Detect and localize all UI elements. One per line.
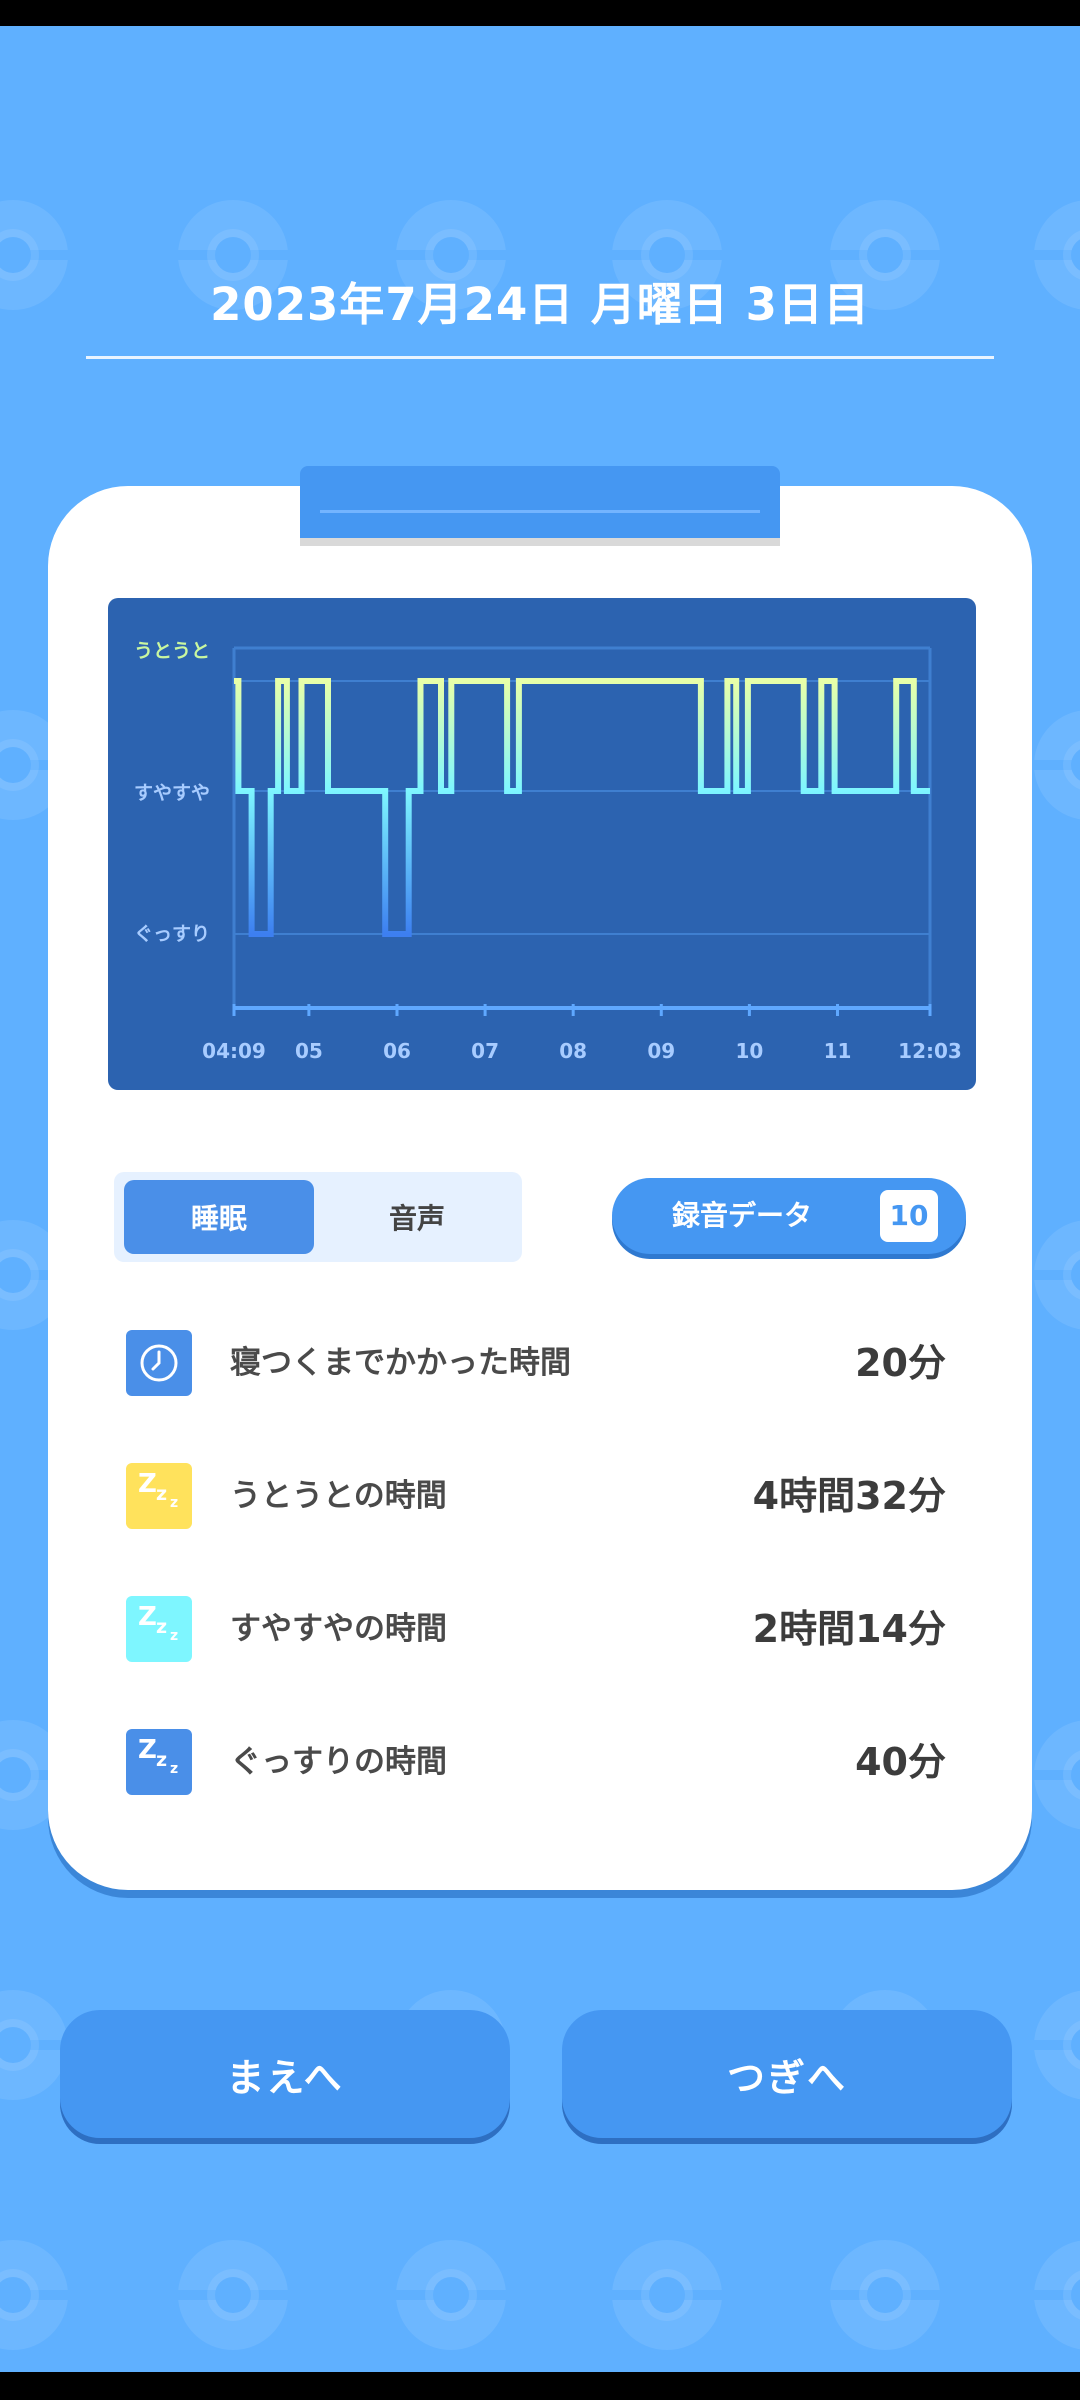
x-tick-label: 06 — [383, 1039, 411, 1063]
tab-sleep[interactable]: 睡眠 — [124, 1180, 314, 1254]
zzz-icon: Zzz — [126, 1596, 192, 1662]
stat-row-light-sleep: Zzz うとうとの時間 4時間32分 — [126, 1463, 946, 1529]
stat-value: 4時間32分 — [752, 1474, 946, 1518]
sleep-report-screen: 2023年7月24日 月曜日 3日目 うとうとすやすやぐっすり 04:09 05 06… — [0, 0, 1080, 2400]
stat-label: すやすやの時間 — [230, 1611, 447, 1647]
stat-label: うとうとの時間 — [230, 1478, 447, 1514]
sleep-stage-line — [234, 678, 930, 937]
next-button[interactable]: つぎへ — [562, 2010, 1012, 2138]
x-tick-label: 12:03 — [898, 1039, 962, 1063]
recording-data-button[interactable]: 録音データ 10 — [612, 1178, 966, 1254]
navigation-bar — [0, 2372, 1080, 2400]
x-tick-label: 04:09 — [202, 1039, 266, 1063]
tab-audio[interactable]: 音声 — [322, 1180, 512, 1254]
stat-label: 寝つくまでかかった時間 — [230, 1345, 571, 1381]
stat-value: 40分 — [855, 1740, 946, 1784]
y-tick-label: すやすや — [134, 782, 210, 804]
zzz-icon: Zzz — [126, 1463, 192, 1529]
sleep-chart: うとうとすやすやぐっすり 04:09 05 06 07 08 09 10 11 12:03 — [108, 598, 976, 1090]
sleep-chart-svg: うとうとすやすやぐっすり 04:09 05 06 07 08 09 10 11 12:03 — [134, 640, 962, 1063]
x-tick-label: 07 — [471, 1039, 499, 1063]
recording-count-badge: 10 — [880, 1190, 938, 1242]
x-tick-label: 08 — [559, 1039, 587, 1063]
prev-button[interactable]: まえへ — [60, 2010, 510, 2138]
x-tick-label: 11 — [824, 1039, 852, 1063]
x-tick-label: 05 — [295, 1039, 323, 1063]
stat-row-sound-sleep: Zzz すやすやの時間 2時間14分 — [126, 1596, 946, 1662]
zzz-icon: Zzz — [126, 1729, 192, 1795]
page-title: 2023年7月24日 月曜日 3日目 — [210, 278, 870, 331]
view-toggle: 睡眠 音声 — [114, 1172, 522, 1262]
stat-row-sleep-onset: 寝つくまでかかった時間 20分 — [126, 1330, 946, 1396]
stat-label: ぐっすりの時間 — [230, 1744, 447, 1780]
stat-value: 20分 — [855, 1341, 946, 1385]
clock-icon — [126, 1330, 192, 1396]
card-clip — [300, 466, 780, 538]
title-divider — [86, 356, 994, 359]
stat-row-deep-sleep: Zzz ぐっすりの時間 40分 — [126, 1729, 946, 1795]
stat-value: 2時間14分 — [752, 1607, 946, 1651]
x-tick-label: 09 — [647, 1039, 675, 1063]
y-tick-label: ぐっすり — [134, 923, 210, 945]
x-tick-label: 10 — [735, 1039, 763, 1063]
y-tick-label: うとうと — [134, 640, 210, 662]
recording-label: 録音データ — [672, 1199, 813, 1232]
